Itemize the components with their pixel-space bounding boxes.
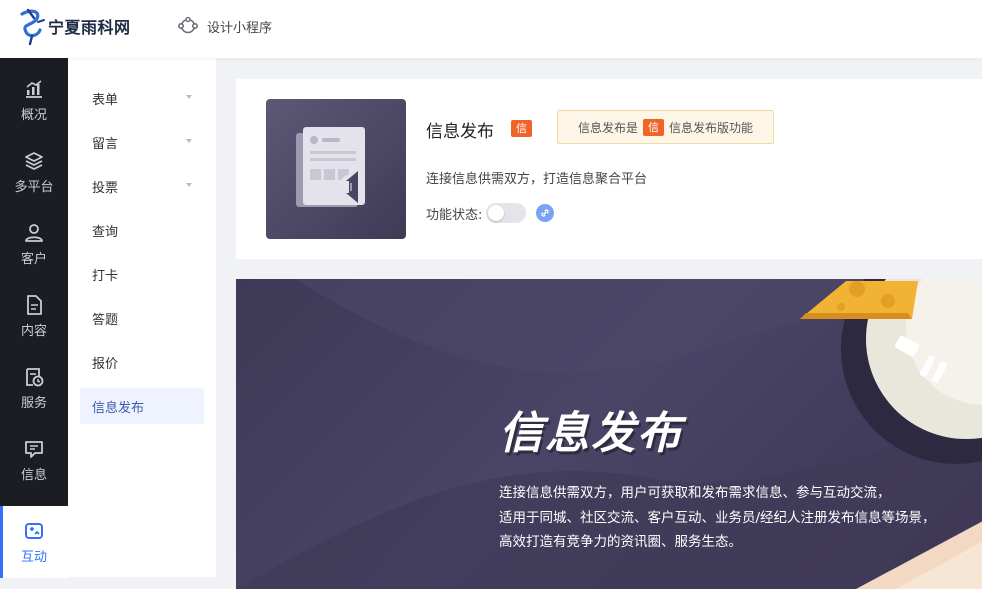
rail-item-multi-platform[interactable]: 多平台 [0,136,68,208]
logo-mark-icon [20,8,45,46]
chart-icon [26,79,42,98]
rail-item-message[interactable]: 信息 [0,424,68,496]
status-label: 功能状态: [426,207,483,223]
design-mini-program-link[interactable]: 设计小程序 [178,15,272,37]
subnav-label: 查询 [92,224,119,240]
feature-status-toggle[interactable] [486,203,527,223]
message-icon [25,440,43,458]
banner-description: 连接信息供需双方，用户可获取和发布需求信息、参与互动交流， 适用于同城、社区交流… [499,481,969,555]
subnav-item-vote[interactable]: 投票 [80,168,204,204]
subnav-item-form[interactable]: 表单 [80,80,204,116]
rail-label: 服务 [20,395,47,411]
subnav-item-query[interactable]: 查询 [80,212,204,248]
rail-item-content[interactable]: 内容 [0,280,68,352]
rail-label: 概况 [20,107,47,123]
banner-line: 高效打造有竞争力的资讯圈、服务生态。 [499,534,742,550]
subnav-label: 投票 [92,180,119,196]
banner-line: 适用于同城、社区交流、客户互动、业务员/经纪人注册发布信息等场景， [499,509,936,526]
subnav-item-info-publish[interactable]: 信息发布 [80,388,204,424]
top-bar: 宁夏雨科网 设计小程序 [0,0,982,58]
feature-status-row: 功能状态: [426,202,555,224]
feature-title: 信息发布 [426,122,494,142]
rail-item-service[interactable]: 服务 [0,352,68,424]
interaction-icon [25,522,43,539]
subnav-label: 表单 [92,92,119,108]
layers-icon [25,151,43,170]
notice-suffix: 信息发布版功能 [669,120,754,135]
edition-badge: 信 [511,120,532,137]
subnav-item-quote[interactable]: 报价 [80,344,204,380]
intro-banner: 信息发布 连接信息供需双方，用户可获取和发布需求信息、参与互动交流， 适用于同城… [236,279,982,589]
secondary-nav: 表单 留言 投票 查询 打卡 答题 报价 信息发布 [68,58,216,577]
notice-prefix: 信息发布是 [578,120,639,135]
rail-label: 互动 [20,549,47,565]
brand-logo[interactable]: 宁夏雨科网 [18,6,131,46]
subnav-label: 留言 [92,136,119,152]
rail-label: 客户 [20,251,47,267]
notice-badge: 信 [643,118,665,136]
subnav-label: 信息发布 [92,400,145,416]
mini-program-icon [178,17,198,34]
subnav-item-message-board[interactable]: 留言 [80,124,204,160]
user-icon [25,223,43,242]
chevron-down-icon [186,95,192,99]
chevron-down-icon [186,183,192,187]
link-icon[interactable] [536,204,555,222]
rail-item-customer[interactable]: 客户 [0,208,68,280]
rail-item-interaction[interactable]: 互动 [0,506,68,578]
document-icon [27,294,42,315]
subnav-item-check-in[interactable]: 打卡 [80,256,204,292]
banner-title: 信息发布 [499,408,683,459]
rail-label: 多平台 [14,179,54,195]
subnav-label: 报价 [92,356,119,372]
service-icon [26,367,44,386]
chain-link-icon [541,209,550,217]
feature-description: 连接信息供需双方，打造信息聚合平台 [426,172,648,187]
info-publish-illustration-icon [266,99,406,239]
rail-item-overview[interactable]: 概况 [0,64,68,136]
chevron-down-icon [186,139,192,143]
edition-notice: 信息发布是 信 信息发布版功能 [557,110,774,144]
rail-label: 信息 [20,467,47,483]
subnav-item-quiz[interactable]: 答题 [80,300,204,336]
rail-label: 内容 [20,323,47,339]
mini-program-label: 设计小程序 [207,20,273,36]
feature-thumbnail [266,99,406,239]
banner-line: 连接信息供需双方，用户可获取和发布需求信息、参与互动交流， [499,485,891,501]
subnav-label: 答题 [92,312,119,328]
main-rail: 概况 多平台 客户 内容 服务 信息 互动 [0,58,68,578]
brand-name: 宁夏雨科网 [48,18,131,37]
feature-card: 信息发布 信 信息发布是 信 信息发布版功能 连接信息供需双方，打造信息聚合平台… [236,79,982,259]
subnav-label: 打卡 [92,268,119,284]
